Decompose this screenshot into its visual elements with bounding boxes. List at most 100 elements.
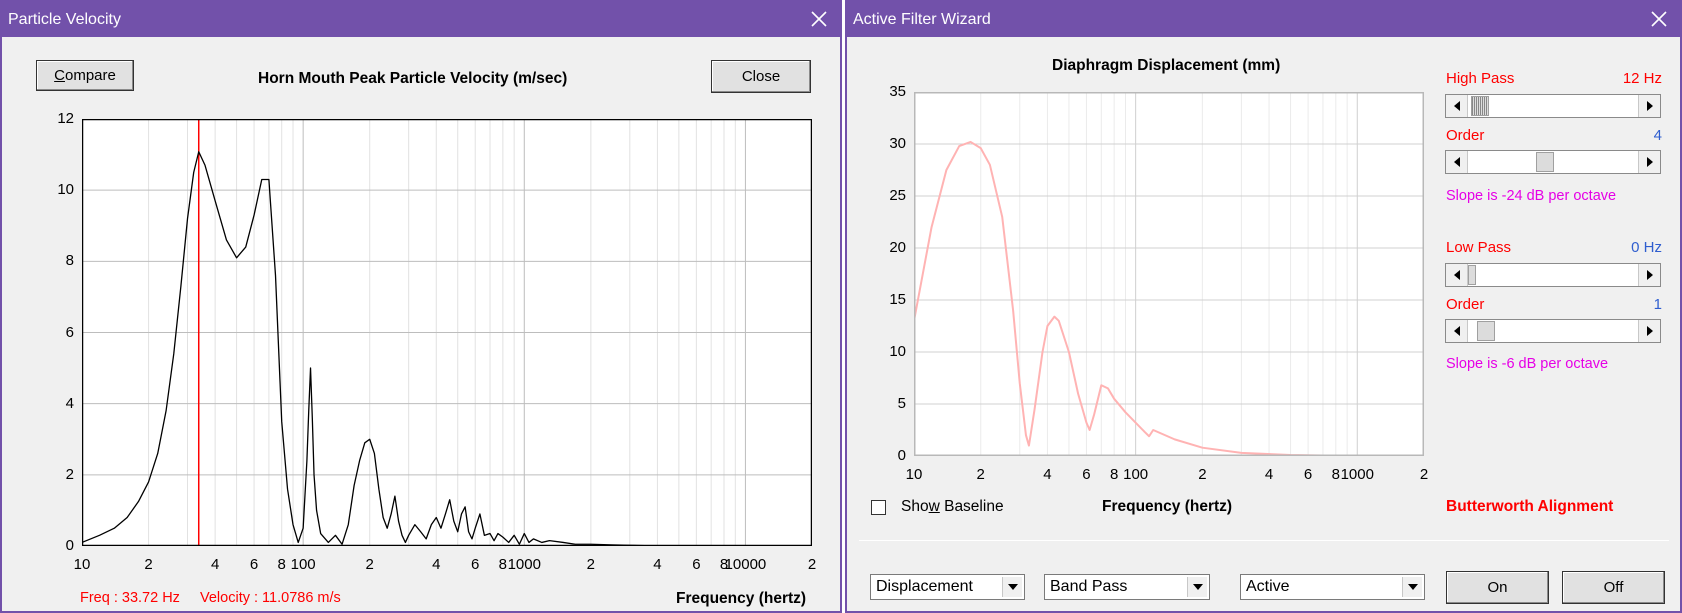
- x-tick-label: 10: [73, 556, 91, 573]
- high-pass-order-arrow-right-icon[interactable]: [1638, 151, 1660, 173]
- left-titlebar: Particle Velocity: [2, 2, 840, 37]
- x-tick-label: 100: [290, 556, 316, 573]
- x-tick-label: 6: [471, 556, 480, 573]
- show-baseline-underlined: w: [928, 498, 940, 515]
- x-tick-label: 4: [1043, 466, 1052, 483]
- high-pass-order-slider[interactable]: [1445, 150, 1661, 174]
- y-tick-label: 20: [889, 239, 906, 256]
- x-tick-label: 2: [144, 556, 153, 573]
- show-baseline-rest: Baseline: [939, 498, 1004, 515]
- low-pass-order-arrow-right-icon[interactable]: [1638, 320, 1660, 342]
- x-tick-label: 2: [1198, 466, 1207, 483]
- close-button[interactable]: Close: [711, 60, 811, 93]
- displacement-chart: [914, 92, 1424, 456]
- filter-kind-select-value: Active: [1246, 578, 1290, 595]
- low-pass-order-slider-thumb[interactable]: [1477, 321, 1495, 341]
- y-tick-label: 15: [889, 291, 906, 308]
- x-tick-label: 2: [1419, 466, 1429, 483]
- x-tick-label: 6: [692, 556, 701, 573]
- high-pass-slope: Slope is -24 dB per octave: [1446, 188, 1617, 204]
- y-tick-label: 25: [889, 187, 906, 204]
- y-tick-label: 6: [65, 323, 74, 341]
- x-tick-label: 8: [1109, 466, 1119, 483]
- y-tick-label: 0: [897, 447, 906, 464]
- high-pass-value: 12 Hz: [1622, 70, 1662, 87]
- high-pass-slider-thumb[interactable]: [1471, 96, 1489, 116]
- x-tick-label: 4: [1264, 466, 1274, 483]
- high-pass-order-arrow-left-icon[interactable]: [1446, 151, 1468, 173]
- low-pass-label: Low Pass: [1446, 239, 1512, 256]
- y-tick-label: 0: [65, 537, 74, 554]
- low-pass-arrow-left-icon[interactable]: [1446, 264, 1468, 286]
- low-pass-order-arrow-left-icon[interactable]: [1446, 320, 1468, 342]
- filter-kind-chevron-down-icon[interactable]: [1402, 577, 1422, 597]
- y-tick-label: 30: [889, 135, 906, 152]
- x-tick-label: 8: [1331, 466, 1340, 483]
- x-tick-label: 100: [1123, 466, 1149, 483]
- y-tick-label: 10: [57, 181, 74, 199]
- x-tick-label: 8: [277, 556, 286, 573]
- high-pass-label: High Pass: [1446, 70, 1515, 87]
- high-pass-order-slider-thumb[interactable]: [1536, 152, 1554, 172]
- particle-velocity-window: Particle Velocity Compare Horn Mouth Pea…: [0, 0, 842, 613]
- status-velocity: Velocity : 11.0786 m/s: [200, 590, 341, 606]
- filter-type-select-value: Band Pass: [1050, 578, 1128, 595]
- right-window-title: Active Filter Wizard: [853, 11, 991, 28]
- left-window-title: Particle Velocity: [8, 11, 121, 28]
- on-button[interactable]: On: [1446, 571, 1549, 604]
- y-tick-label: 10: [889, 343, 906, 360]
- displacement-chart-title: Diaphragm Displacement (mm): [1052, 57, 1281, 74]
- high-pass-arrow-left-icon[interactable]: [1446, 95, 1468, 117]
- high-pass-order-label: Order: [1446, 127, 1485, 144]
- compare-button-rest: ompare: [64, 67, 116, 84]
- low-pass-order-slider[interactable]: [1445, 319, 1661, 343]
- x-tick-label: 4: [432, 556, 441, 573]
- velocity-chart: [82, 119, 812, 546]
- left-close-x-icon[interactable]: [806, 6, 832, 32]
- low-pass-order-label: Order: [1446, 296, 1485, 313]
- low-pass-slope: Slope is -6 dB per octave: [1446, 356, 1609, 372]
- y-tick-label: 12: [57, 110, 74, 127]
- bottom-separator: [859, 540, 1669, 541]
- show-baseline-label[interactable]: Show Baseline: [901, 498, 1004, 516]
- y-tick-label: 2: [65, 465, 74, 483]
- alignment-label: Butterworth Alignment: [1446, 498, 1614, 515]
- off-button[interactable]: Off: [1562, 571, 1665, 604]
- y-tick-label: 4: [65, 394, 74, 412]
- low-pass-slider-thumb[interactable]: [1468, 265, 1476, 285]
- mode-select[interactable]: Displacement: [870, 574, 1025, 600]
- show-baseline-prefix: Sho: [901, 498, 929, 515]
- x-tick-label: 6: [1303, 466, 1313, 483]
- high-pass-arrow-right-icon[interactable]: [1638, 95, 1660, 117]
- x-tick-label: 1000: [1340, 466, 1374, 483]
- x-tick-label: 2: [365, 556, 374, 573]
- x-tick-label: 2: [807, 556, 817, 573]
- y-tick-label: 5: [897, 395, 906, 412]
- active-filter-wizard-window: Active Filter Wizard Diaphragm Displacem…: [845, 0, 1682, 613]
- show-baseline-checkbox[interactable]: [871, 500, 886, 515]
- filter-type-select[interactable]: Band Pass: [1044, 574, 1210, 600]
- y-tick-label: 8: [65, 252, 74, 270]
- velocity-x-axis-label: Frequency (hertz): [676, 590, 807, 607]
- filter-kind-select[interactable]: Active: [1240, 574, 1425, 600]
- compare-button-underlined: C: [54, 67, 65, 84]
- x-tick-label: 8: [498, 556, 508, 573]
- low-pass-value: 0 Hz: [1631, 239, 1662, 256]
- mode-chevron-down-icon[interactable]: [1002, 577, 1022, 597]
- filter-type-chevron-down-icon[interactable]: [1187, 577, 1207, 597]
- right-titlebar: Active Filter Wizard: [847, 2, 1680, 37]
- low-pass-order-value: 1: [1653, 296, 1662, 313]
- high-pass-slider[interactable]: [1445, 94, 1661, 118]
- x-tick-label: 2: [976, 466, 985, 483]
- x-tick-label: 2: [586, 556, 596, 573]
- y-tick-label: 35: [889, 83, 906, 100]
- x-tick-label: 10000: [724, 556, 767, 573]
- right-close-x-icon[interactable]: [1646, 6, 1672, 32]
- compare-button[interactable]: Compare: [36, 60, 134, 91]
- x-tick-label: 6: [1082, 466, 1091, 483]
- x-tick-label: 10: [905, 466, 923, 483]
- high-pass-order-value: 4: [1653, 127, 1662, 144]
- low-pass-slider[interactable]: [1445, 263, 1661, 287]
- mode-select-value: Displacement: [876, 578, 973, 595]
- low-pass-arrow-right-icon[interactable]: [1638, 264, 1660, 286]
